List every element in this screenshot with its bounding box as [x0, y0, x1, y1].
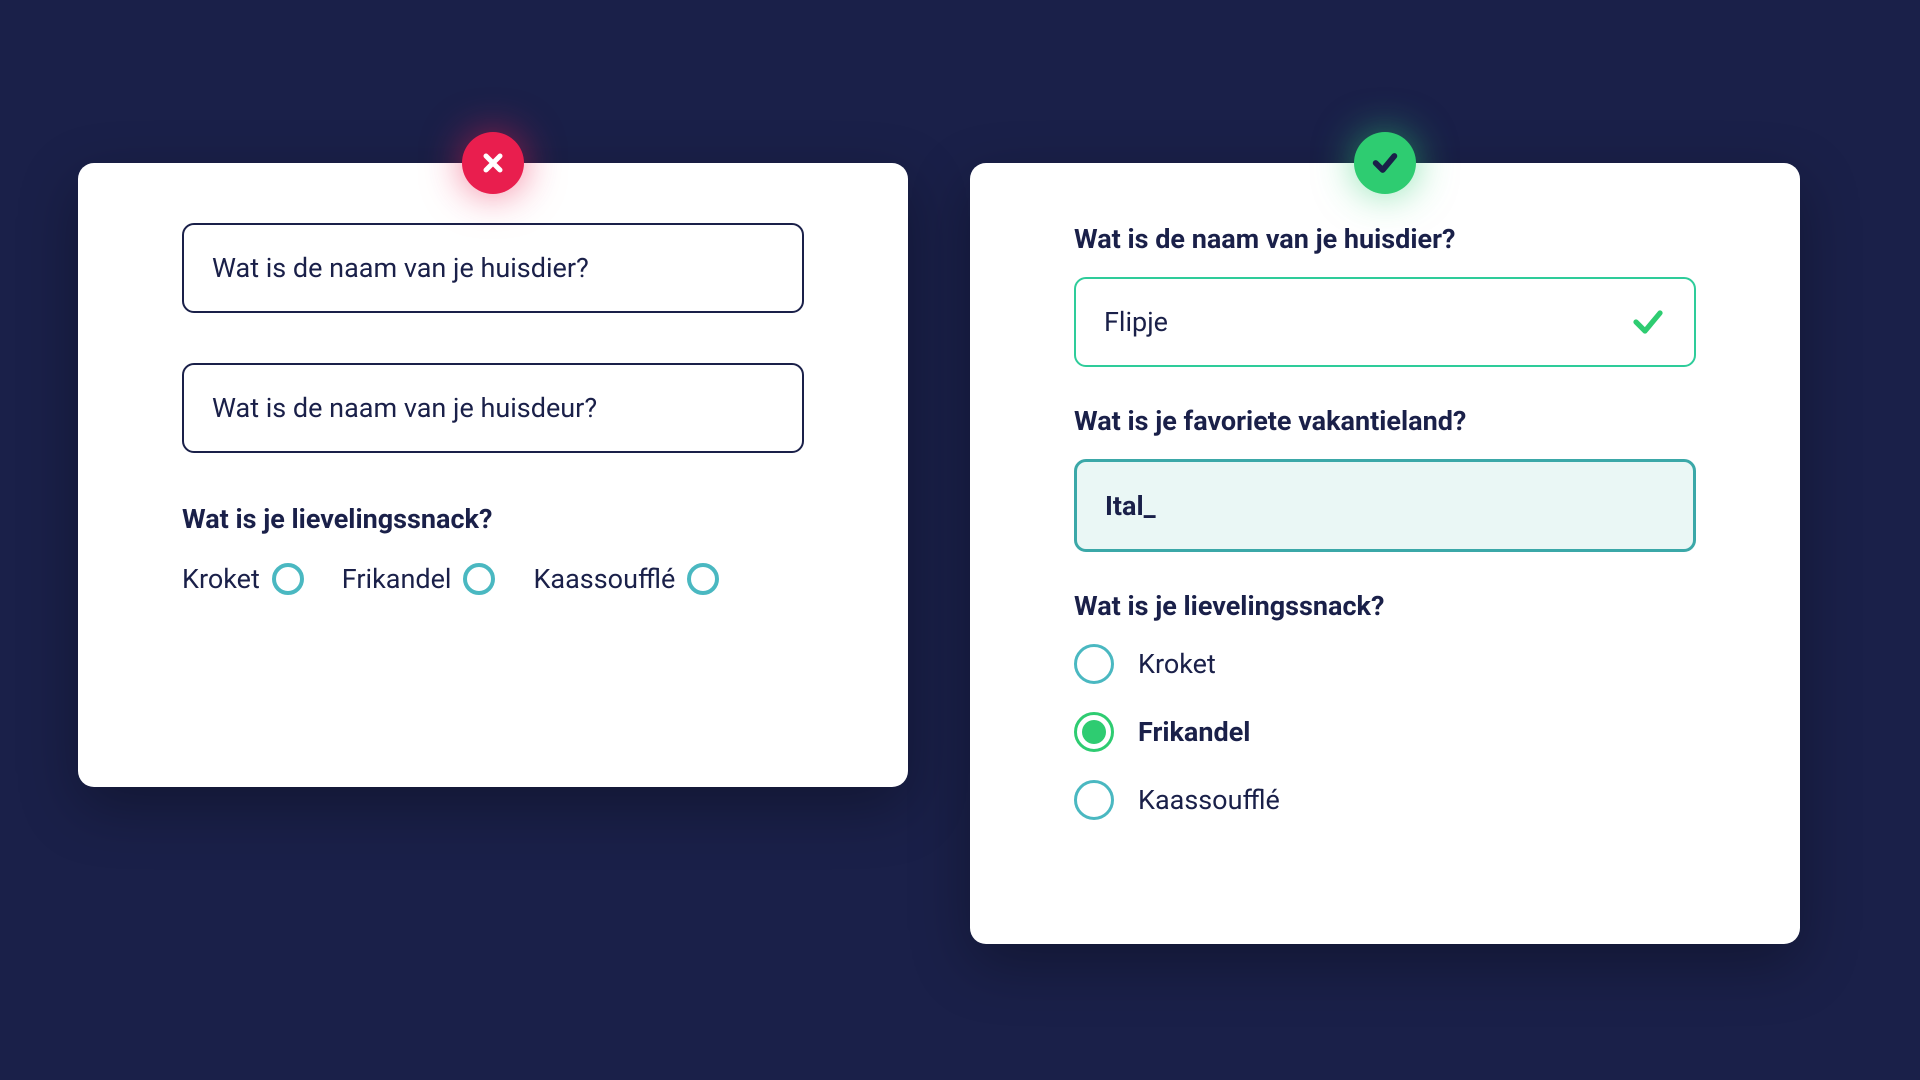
radio-label: Kroket [182, 563, 260, 595]
radio-circle-icon [687, 563, 719, 595]
radio-option-kroket[interactable]: Kroket [182, 563, 304, 595]
radio-circle-icon [463, 563, 495, 595]
cross-icon [481, 151, 505, 175]
input-placeholder-text: Wat is de naam van je huisdeur? [212, 392, 597, 424]
radio-circle-icon [272, 563, 304, 595]
input-value: Ital_ [1105, 490, 1156, 522]
correct-badge [1354, 132, 1416, 194]
pet-name-label: Wat is de naam van je huisdier? [1074, 223, 1696, 255]
radio-option-frikandel[interactable]: Frikandel [342, 563, 496, 595]
pet-name-input-placeholder[interactable]: Wat is de naam van je huisdier? [182, 223, 804, 313]
wrong-example-card: Wat is de naam van je huisdier? Wat is d… [78, 163, 908, 787]
radio-option-kaassouffle[interactable]: Kaassoufflé [533, 563, 719, 595]
radio-label: Kaassoufflé [533, 563, 675, 595]
radio-inner-dot [1082, 720, 1106, 744]
input-value: Flipje [1104, 306, 1168, 338]
radio-circle-icon [1074, 780, 1114, 820]
radio-circle-selected-icon [1074, 712, 1114, 752]
checkmark-icon [1630, 304, 1666, 340]
snack-question-label: Wat is je lievelingssnack? [1074, 590, 1696, 622]
radio-label: Kroket [1138, 648, 1216, 680]
radio-option-kaassouffle[interactable]: Kaassoufflé [1074, 780, 1696, 820]
radio-option-kroket[interactable]: Kroket [1074, 644, 1696, 684]
door-name-input-placeholder[interactable]: Wat is de naam van je huisdeur? [182, 363, 804, 453]
check-icon [1371, 149, 1399, 177]
snack-question-label: Wat is je lievelingssnack? [182, 503, 804, 535]
radio-group-horizontal: Kroket Frikandel Kaassoufflé [182, 563, 804, 595]
radio-group-vertical: Kroket Frikandel Kaassoufflé [1074, 644, 1696, 820]
radio-circle-icon [1074, 644, 1114, 684]
wrong-badge [462, 132, 524, 194]
radio-label: Frikandel [342, 563, 452, 595]
input-placeholder-text: Wat is de naam van je huisdier? [212, 252, 589, 284]
vacation-country-label: Wat is je favoriete vakantieland? [1074, 405, 1696, 437]
vacation-country-input[interactable]: Ital_ [1074, 459, 1696, 552]
correct-example-card: Wat is de naam van je huisdier? Flipje W… [970, 163, 1800, 944]
radio-option-frikandel[interactable]: Frikandel [1074, 712, 1696, 752]
radio-label: Frikandel [1138, 716, 1250, 748]
pet-name-input[interactable]: Flipje [1074, 277, 1696, 367]
radio-label: Kaassoufflé [1138, 784, 1280, 816]
